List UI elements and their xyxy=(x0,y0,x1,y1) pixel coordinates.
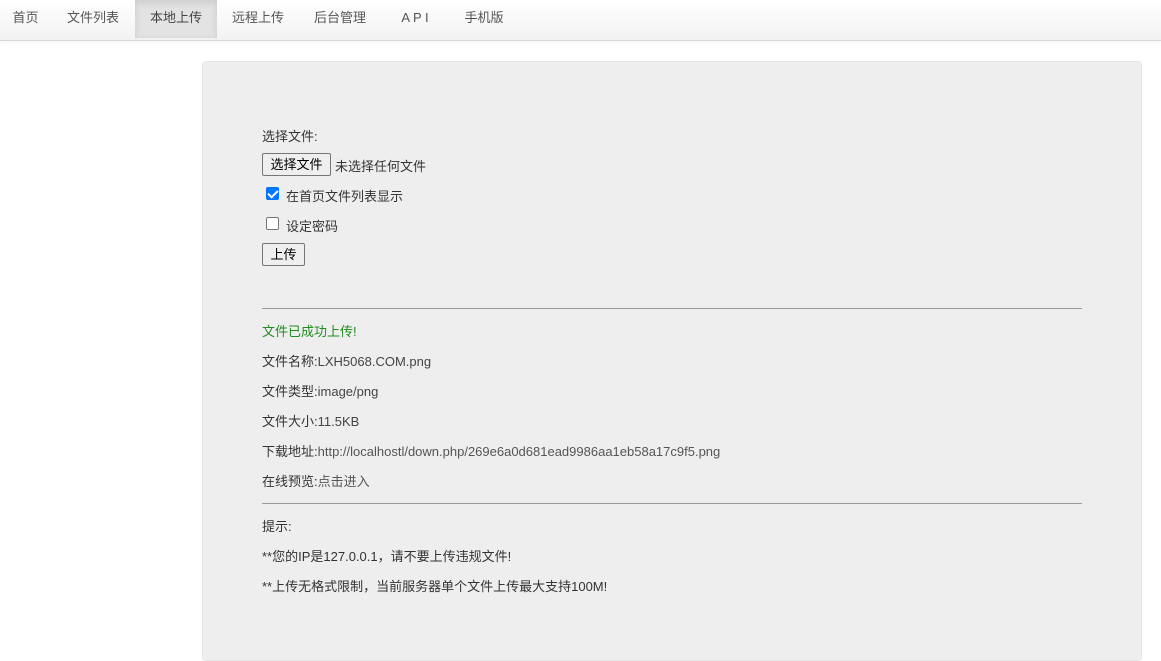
preview-label: 在线预览: xyxy=(262,474,318,489)
file-name-row: 文件名称:LXH5068.COM.png xyxy=(262,351,431,370)
nav-item-home[interactable]: 首页 xyxy=(0,0,51,38)
download-url-link[interactable]: http://localhostl/down.php/269e6a0d681ea… xyxy=(318,444,721,459)
set-password-label: 设定密码 xyxy=(286,219,339,234)
show-on-home-checkbox[interactable] xyxy=(266,187,279,200)
preview-row: 在线预览:点击进入 xyxy=(262,471,370,490)
file-status-text: 未选择任何文件 xyxy=(335,159,427,174)
tips-title: 提示: xyxy=(262,519,292,534)
tips-size-limit: **上传无格式限制，当前服务器单个文件上传最大支持100M! xyxy=(262,579,608,594)
nav-item-remote-upload[interactable]: 远程上传 xyxy=(217,0,299,38)
nav-item-mobile[interactable]: 手机版 xyxy=(449,0,519,38)
success-message: 文件已成功上传! xyxy=(262,324,357,339)
nav-item-local-upload[interactable]: 本地上传 xyxy=(135,0,217,38)
nav-item-api[interactable]: A P I xyxy=(381,0,449,38)
nav-item-admin[interactable]: 后台管理 xyxy=(299,0,381,38)
file-name-value: LXH5068.COM.png xyxy=(317,354,432,369)
download-url-row: 下载地址:http://localhostl/down.php/269e6a0d… xyxy=(262,441,720,460)
file-type-label: 文件类型: xyxy=(262,384,318,399)
divider xyxy=(262,308,1082,309)
choose-file-button[interactable]: 选择文件 xyxy=(262,153,331,176)
tips-ip-notice: **您的IP是127.0.0.1，请不要上传违规文件! xyxy=(262,549,512,564)
show-on-home-label: 在首页文件列表显示 xyxy=(286,189,404,204)
file-size-row: 文件大小:11.5KB xyxy=(262,411,359,430)
file-name-label: 文件名称: xyxy=(262,354,318,369)
top-navbar: 首页 文件列表 本地上传 远程上传 后台管理 A P I 手机版 xyxy=(0,0,1161,41)
download-url-label: 下载地址: xyxy=(262,444,318,459)
divider xyxy=(262,503,1082,504)
nav-item-file-list[interactable]: 文件列表 xyxy=(51,0,135,38)
file-type-value: image/png xyxy=(317,384,379,399)
file-size-label: 文件大小: xyxy=(262,414,318,429)
select-file-label: 选择文件: xyxy=(262,129,318,144)
preview-link[interactable]: 点击进入 xyxy=(318,474,370,489)
file-type-row: 文件类型:image/png xyxy=(262,381,378,400)
set-password-checkbox[interactable] xyxy=(266,217,279,230)
file-size-value: 11.5KB xyxy=(317,414,360,429)
upload-button[interactable]: 上传 xyxy=(262,243,305,266)
